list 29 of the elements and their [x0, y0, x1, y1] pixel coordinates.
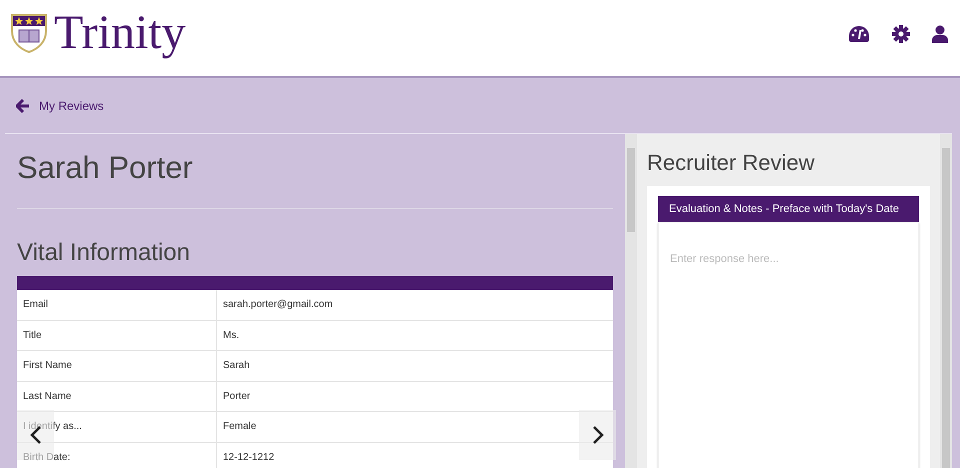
settings-icon[interactable]: [892, 25, 910, 43]
field-value: Female: [223, 421, 256, 432]
back-link[interactable]: My Reviews: [16, 98, 104, 112]
chevron-right-icon: [592, 425, 604, 445]
field-label: First Name: [23, 360, 72, 372]
scrollbar[interactable]: [625, 134, 637, 468]
field-label: Birth Date:: [23, 452, 70, 463]
back-arrow-icon: [16, 98, 30, 112]
crest-logo-icon: [10, 13, 48, 53]
field-label: Title: [23, 330, 42, 341]
field-value: sarah.porter@gmail.com: [223, 299, 333, 310]
user-icon[interactable]: [932, 25, 948, 43]
back-link-label[interactable]: My Reviews: [39, 98, 104, 112]
field-value: Ms.: [223, 330, 240, 341]
dashboard-icon[interactable]: [848, 25, 870, 43]
next-button[interactable]: [579, 410, 616, 460]
scrollbar[interactable]: [940, 134, 952, 468]
field-label: Last Name: [23, 390, 72, 402]
field-label: Email: [23, 299, 48, 310]
panel-title: Recruiter Review: [647, 150, 816, 176]
field-value: Porter: [223, 390, 250, 402]
brand-name: Trinity: [54, 9, 186, 57]
field-label: I identify as...: [23, 421, 82, 432]
response-field[interactable]: Enter response here...: [658, 222, 919, 468]
field-value: 12-12-1212: [223, 452, 274, 463]
candidate-name: Sarah Porter: [17, 150, 194, 186]
field-value: Sarah: [223, 360, 250, 372]
card-header: Evaluation & Notes - Preface with Today's Date: [658, 196, 919, 222]
section-title: Vital Information: [17, 239, 191, 267]
